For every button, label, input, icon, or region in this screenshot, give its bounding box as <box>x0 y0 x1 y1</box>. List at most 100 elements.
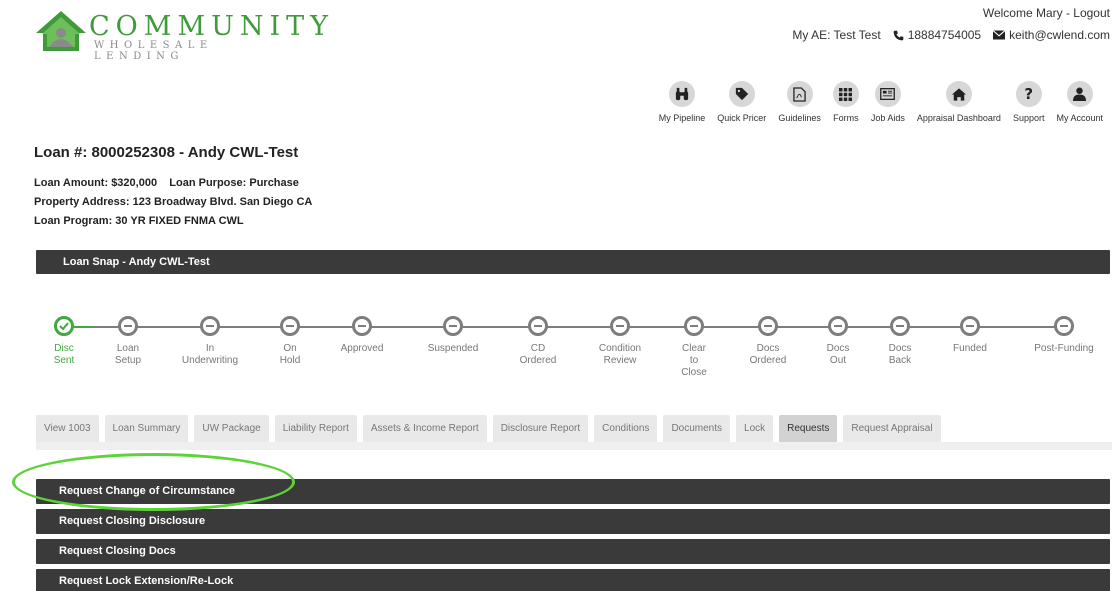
loan-program: Loan Program: 30 YR FIXED FNMA CWL <box>34 215 244 227</box>
timeline-step-label: In Underwriting <box>181 343 239 366</box>
nav-label: Quick Pricer <box>717 113 767 123</box>
nav-forms[interactable]: Forms <box>827 81 865 123</box>
tab-loan-summary[interactable]: Loan Summary <box>104 415 189 442</box>
minus-circle-icon <box>828 316 848 336</box>
phone-contact[interactable]: 18884754005 <box>893 28 981 42</box>
loan-amount-purpose: Loan Amount: $320,000 Loan Purpose: Purc… <box>34 177 299 189</box>
timeline-step-label: Post-Funding <box>1034 343 1094 354</box>
minus-circle-icon <box>118 316 138 336</box>
question-icon: ? <box>1015 81 1042 107</box>
minus-circle-icon <box>1054 316 1074 336</box>
tab-conditions[interactable]: Conditions <box>594 415 658 442</box>
tab-requests[interactable]: Requests <box>779 415 838 442</box>
minus-circle-icon <box>443 316 463 336</box>
nav-label: Forms <box>833 113 859 123</box>
tab-request-appraisal[interactable]: Request Appraisal <box>843 415 941 442</box>
home-icon <box>945 81 972 107</box>
timeline-step-label: Docs Ordered <box>749 343 787 366</box>
timeline-step: CD Ordered <box>503 316 573 367</box>
request-lock-extension[interactable]: Request Lock Extension/Re-Lock <box>36 569 1110 591</box>
nav-my-pipeline[interactable]: My Pipeline <box>653 81 712 123</box>
timeline-step-label: Funded <box>953 343 987 354</box>
company-logo[interactable]: COMMUNITY WHOLESALE LENDING <box>34 7 328 62</box>
timeline-step: Funded <box>935 316 1005 355</box>
timeline-step: Docs Out <box>803 316 873 367</box>
nav-label: My Pipeline <box>658 113 706 123</box>
nav-label: Appraisal Dashboard <box>916 113 1001 123</box>
ae-contact: My AE: Test Test 18884754005 keith@cwlen… <box>792 28 1110 42</box>
top-navigation: My Pipeline Quick Pricer Guidelines Form… <box>653 81 1109 123</box>
minus-circle-icon <box>684 316 704 336</box>
timeline-step: Approved <box>327 316 397 355</box>
tab-lock[interactable]: Lock <box>736 415 774 442</box>
tab-underline <box>36 442 1112 450</box>
nav-support[interactable]: ? Support <box>1007 81 1051 123</box>
timeline-step: Docs Back <box>865 316 935 367</box>
tag-icon <box>728 81 755 107</box>
minus-circle-icon <box>200 316 220 336</box>
newspaper-icon <box>874 81 901 107</box>
nav-label: Job Aids <box>870 113 905 123</box>
binoculars-icon <box>669 81 696 107</box>
minus-circle-icon <box>890 316 910 336</box>
nav-label: Guidelines <box>778 113 821 123</box>
status-timeline: Disc Sent Loan Setup In Underwriting On Hol… <box>40 316 1100 386</box>
timeline-step: Docs Ordered <box>733 316 803 367</box>
nav-job-aids[interactable]: Job Aids <box>865 81 911 123</box>
minus-circle-icon <box>280 316 300 336</box>
request-closing-disclosure[interactable]: Request Closing Disclosure <box>36 509 1110 534</box>
minus-circle-icon <box>352 316 372 336</box>
nav-quick-pricer[interactable]: Quick Pricer <box>711 81 772 123</box>
timeline-step-label: Disc Sent <box>53 343 75 366</box>
pdf-icon <box>786 81 813 107</box>
nav-guidelines[interactable]: Guidelines <box>772 81 827 123</box>
loan-snap-bar[interactable]: Loan Snap - Andy CWL-Test <box>36 250 1110 274</box>
timeline-step-label: Suspended <box>427 343 479 354</box>
minus-circle-icon <box>528 316 548 336</box>
tab-disclosure-report[interactable]: Disclosure Report <box>492 415 589 442</box>
tab-assets-income-report[interactable]: Assets & Income Report <box>362 415 487 442</box>
timeline-step-label: On Hold <box>279 343 301 366</box>
loan-tabs: View 1003 Loan Summary UW Package Liabil… <box>36 415 941 442</box>
email-contact[interactable]: keith@cwlend.com <box>993 28 1110 42</box>
nav-my-account[interactable]: My Account <box>1050 81 1109 123</box>
nav-label: My Account <box>1056 113 1103 123</box>
grid-icon <box>832 81 859 107</box>
tab-liability-report[interactable]: Liability Report <box>274 415 357 442</box>
loan-title: Loan #: 8000252308 - Andy CWL-Test <box>34 144 299 161</box>
minus-circle-icon <box>610 316 630 336</box>
nav-label: Support <box>1012 113 1045 123</box>
phone-number: 18884754005 <box>907 28 982 42</box>
minus-circle-icon <box>960 316 980 336</box>
timeline-step-label: Approved <box>340 343 384 354</box>
timeline-step: Loan Setup <box>93 316 163 367</box>
ae-name: My AE: Test Test <box>792 28 881 42</box>
timeline-step-label: Loan Setup <box>114 343 142 366</box>
timeline-step-label: Docs Out <box>826 343 850 366</box>
envelope-icon <box>993 30 1006 40</box>
user-icon <box>1066 81 1093 107</box>
timeline-step-label: Clear to Close <box>681 343 707 378</box>
tab-documents[interactable]: Documents <box>663 415 731 442</box>
email-address: keith@cwlend.com <box>1009 28 1110 42</box>
welcome-logout-link[interactable]: Welcome Mary - Logout <box>983 6 1110 20</box>
timeline-step: Clear to Close <box>659 316 729 379</box>
tab-uw-package[interactable]: UW Package <box>194 415 269 442</box>
minus-circle-icon <box>758 316 778 336</box>
logo-title: COMMUNITY <box>89 11 334 42</box>
request-closing-docs[interactable]: Request Closing Docs <box>36 539 1110 564</box>
timeline-step-label: Docs Back <box>888 343 912 366</box>
timeline-step: Post-Funding <box>1029 316 1099 355</box>
house-logo-icon <box>36 11 86 51</box>
phone-icon <box>893 30 903 40</box>
check-circle-icon <box>54 316 74 336</box>
request-change-of-circumstance[interactable]: Request Change of Circumstance <box>36 479 1110 504</box>
timeline-step: Disc Sent <box>29 316 99 367</box>
property-address: Property Address: 123 Broadway Blvd. San… <box>34 196 313 208</box>
tab-view-1003[interactable]: View 1003 <box>36 415 99 442</box>
nav-appraisal-dashboard[interactable]: Appraisal Dashboard <box>911 81 1007 123</box>
timeline-step: In Underwriting <box>175 316 245 367</box>
timeline-step: Condition Review <box>585 316 655 367</box>
timeline-step-label: CD Ordered <box>519 343 557 366</box>
timeline-step-label: Condition Review <box>598 343 642 366</box>
